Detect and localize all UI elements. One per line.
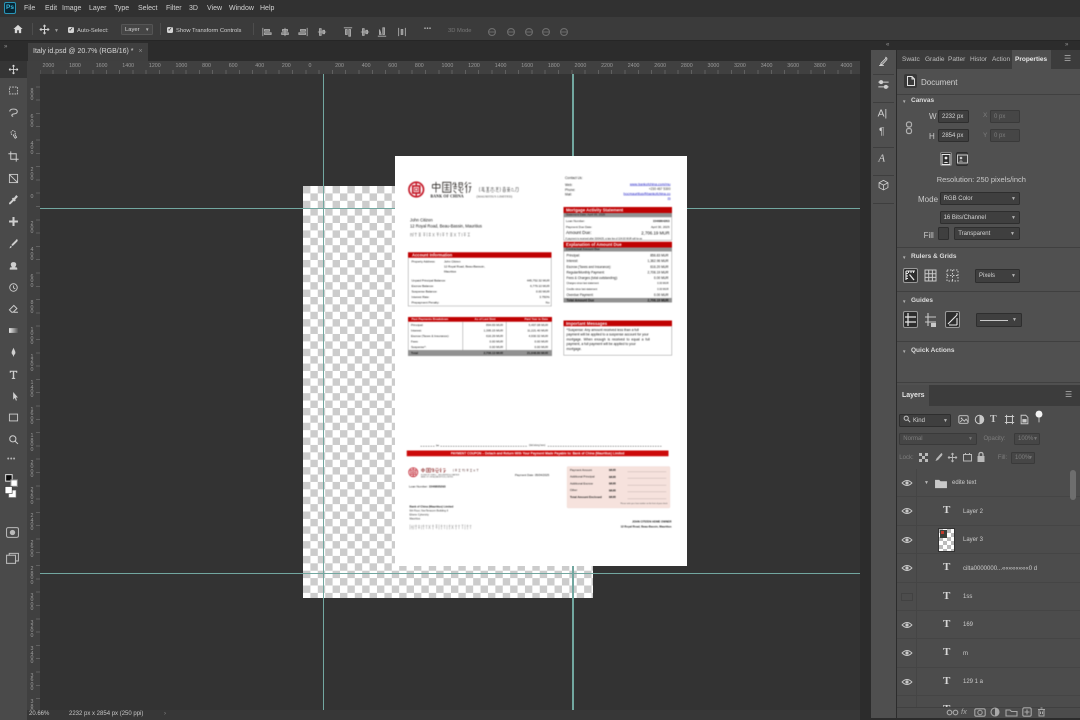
svg-text:A|: A| <box>878 108 888 119</box>
svg-text:A: A <box>877 152 885 164</box>
svg-text:¶: ¶ <box>879 126 885 137</box>
